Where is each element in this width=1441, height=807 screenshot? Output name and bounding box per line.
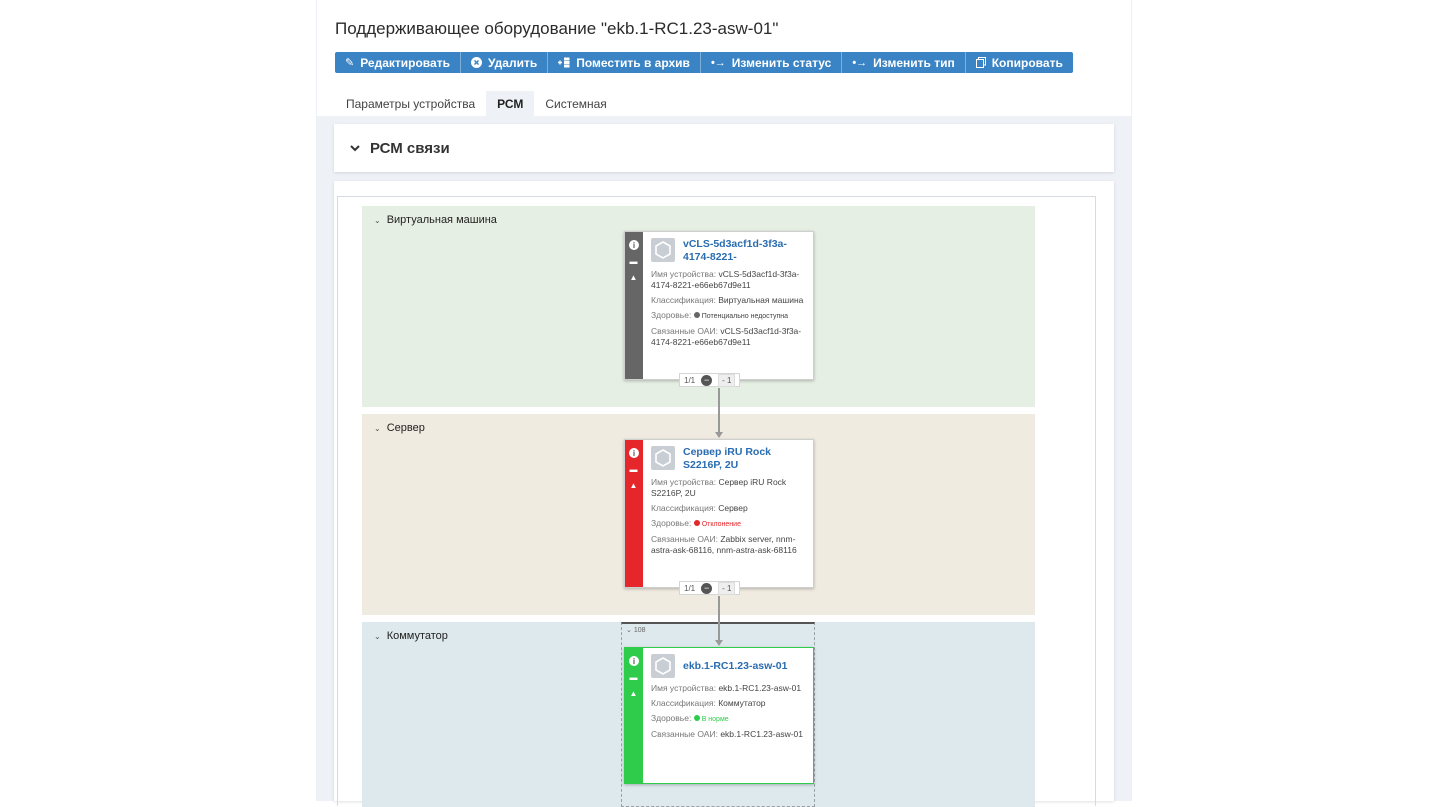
node-switch[interactable]: i ▬ ▲ ekb.1-RC1.23-asw-01 Имя устройства… [624,647,814,784]
chevron-down-icon [350,141,360,155]
node-body: Сервер iRU Rock S2216P, 2U Имя устройств… [651,446,807,560]
warning-icon[interactable]: ▲ [628,272,639,283]
classification-value: Коммутатор [718,698,766,708]
node-body: vCLS-5d3acf1d-3f3a-4174-8221- Имя устрой… [651,238,807,352]
delete-button[interactable]: Удалить [460,52,549,73]
tab-system[interactable]: Системная [534,91,617,116]
status-strip: i ▬ ▲ [625,648,643,783]
main-page: Поддерживающее оборудование "ekb.1-RC1.2… [316,0,1132,807]
warning-icon[interactable]: ▲ [628,480,639,491]
device-icon [651,446,675,470]
lane-label[interactable]: ⌄ Виртуальная машина [374,214,497,226]
action-toolbar: ✎ Редактировать Удалить Поместить в архи… [335,52,1073,73]
archive-button[interactable]: Поместить в архив [548,52,701,73]
connector-line [718,388,720,432]
node-title-link[interactable]: Сервер iRU Rock S2216P, 2U [683,446,807,472]
device-icon [651,654,675,678]
archive-button-label: Поместить в архив [576,55,690,70]
status-arrow-icon: •→ [710,56,726,69]
node-title-link[interactable]: ekb.1-RC1.23-asw-01 [683,660,787,673]
double-chevron-down-icon: ⌄ [374,424,381,433]
archive-icon [558,57,570,68]
edit-button-label: Редактировать [360,55,450,70]
change-type-button-label: Изменить тип [873,55,955,70]
health-value: Потенциально недоступна [701,313,789,320]
card-icon[interactable]: ▬ [628,256,639,267]
change-status-button[interactable]: •→ Изменить статус [700,52,843,73]
node-pager: 1/1 − - 1 [679,373,741,387]
classification-value: Сервер [718,503,748,513]
node-server[interactable]: i ▬ ▲ Сервер iRU Rock S2216P, 2U Имя уст… [624,439,814,588]
connector-line [718,596,720,640]
edit-button[interactable]: ✎ Редактировать [335,52,461,73]
copy-icon [975,57,986,68]
pencil-icon: ✎ [345,57,355,69]
linked-value: ekb.1-RC1.23-asw-01 [720,729,803,739]
rsm-diagram-panel: ⌄ Виртуальная машина ⌄ Сервер ⌄ Коммутатор … [334,181,1114,807]
change-status-button-label: Изменить статус [731,55,832,70]
change-type-button[interactable]: •→ Изменить тип [842,52,966,73]
device-name-value: ekb.1-RC1.23-asw-01 [718,683,802,693]
card-icon[interactable]: ▬ [628,464,639,475]
arrow-down-icon [715,432,723,438]
node-title-link[interactable]: vCLS-5d3acf1d-3f3a-4174-8221- [683,238,807,264]
card-icon[interactable]: ▬ [628,672,639,683]
tab-device-params[interactable]: Параметры устройства [335,91,486,116]
info-icon[interactable]: i [629,240,639,250]
item-count: ⌄ 108 [626,627,646,634]
double-chevron-down-icon: ⌄ [374,632,381,641]
delta-badge[interactable]: - 1 [718,373,736,387]
status-strip: i ▬ ▲ [625,232,643,379]
copy-button-label: Копировать [991,55,1063,70]
collapse-icon[interactable]: − [701,582,713,594]
tab-bar: Параметры устройства РСМ Системная [335,91,618,116]
device-icon [651,238,675,262]
status-strip: i ▬ ▲ [625,440,643,587]
collapse-icon[interactable]: − [701,374,713,386]
health-dot [693,715,700,721]
delta-badge[interactable]: - 1 [718,581,736,595]
lane-label[interactable]: ⌄ Сервер [374,422,425,434]
diagram-frame: ⌄ Виртуальная машина ⌄ Сервер ⌄ Коммутатор … [337,196,1096,807]
info-icon[interactable]: i [629,448,639,458]
node-virtual-machine[interactable]: i ▬ ▲ vCLS-5d3acf1d-3f3a-4174-8221- Имя … [624,231,814,380]
section-title: РСМ связи [370,139,450,157]
double-chevron-down-icon: ⌄ [374,216,381,225]
lane-label[interactable]: ⌄ Коммутатор [374,630,448,642]
health-value: В норме [701,716,729,723]
classification-value: Виртуальная машина [718,295,804,305]
node-pager: 1/1 − - 1 [679,581,741,595]
warning-icon[interactable]: ▲ [628,688,639,699]
close-circle-icon [470,57,482,68]
type-arrow-icon: •→ [852,56,868,69]
health-dot [693,312,700,318]
node-body: ekb.1-RC1.23-asw-01 Имя устройства: ekb.… [651,654,807,744]
rsm-links-header[interactable]: РСМ связи [334,124,1114,172]
arrow-down-icon [715,640,723,646]
health-dot [693,520,700,526]
tab-rsm[interactable]: РСМ [486,91,535,116]
delete-button-label: Удалить [487,55,538,70]
health-value: Отклонение [701,521,741,528]
info-icon[interactable]: i [629,656,639,666]
page-title: Поддерживающее оборудование "ekb.1-RC1.2… [335,19,779,38]
copy-button[interactable]: Копировать [965,52,1073,73]
